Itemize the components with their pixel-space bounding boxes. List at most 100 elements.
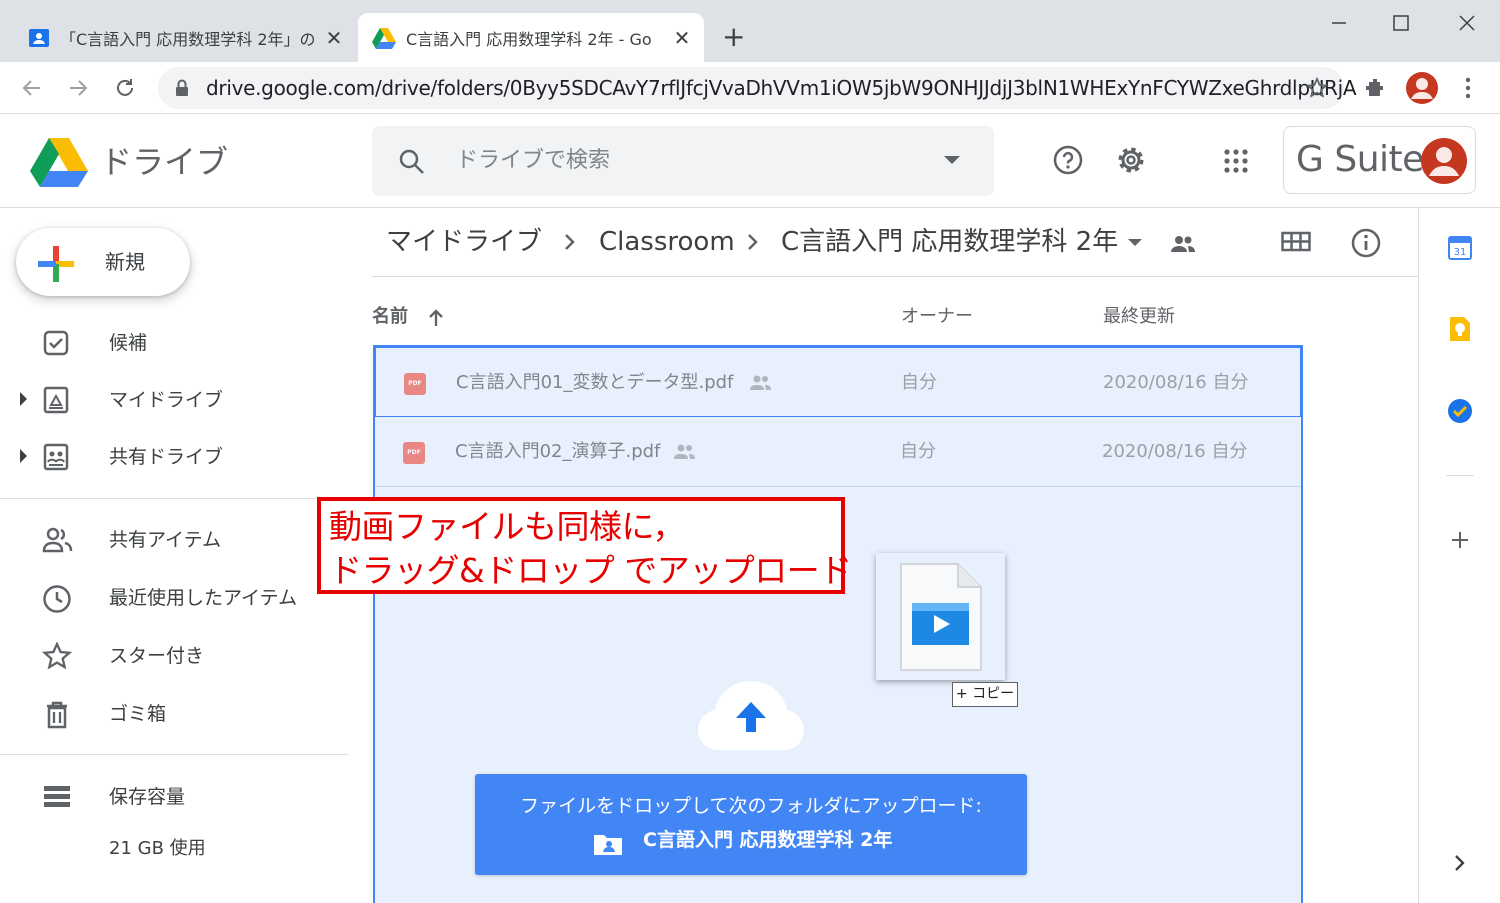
calendar-icon[interactable]: 31 xyxy=(1448,236,1472,260)
new-tab-button[interactable]: + xyxy=(722,22,745,52)
browser-tab-strip: 「C言語入門 応用数理学科 2年」の ✕ C言語入門 応用数理学科 2年 - G… xyxy=(0,0,1500,62)
file-modified: 2020/08/16 自分 xyxy=(1103,372,1249,393)
table-row[interactable]: PDF C言語入門02_演算子.pdf 自分 2020/08/16 自分 xyxy=(375,417,1301,487)
extensions-icon[interactable] xyxy=(1364,76,1388,100)
search-options-icon[interactable] xyxy=(944,156,960,166)
clock-icon xyxy=(42,584,72,614)
sidebar-item-label: 共有アイテム xyxy=(109,529,222,551)
sidebar-item-label: 共有ドライブ xyxy=(109,446,224,468)
maximize-icon[interactable] xyxy=(1386,8,1416,38)
add-addon-plus-icon[interactable] xyxy=(1450,530,1470,550)
gsuite-account-box[interactable]: G Suite xyxy=(1283,126,1476,194)
file-name: C言語入門02_演算子.pdf xyxy=(455,441,661,462)
side-panel: 31 xyxy=(1418,208,1500,903)
menu-dots-icon[interactable] xyxy=(1458,76,1478,100)
people-icon xyxy=(42,526,74,554)
grid-view-icon[interactable] xyxy=(1281,230,1313,254)
sidebar-item-label: 保存容量 xyxy=(109,786,186,808)
sidebar-item-starred[interactable]: スター付き xyxy=(0,633,348,679)
sidebar-divider xyxy=(0,498,348,499)
info-icon[interactable] xyxy=(1350,227,1382,259)
lock-icon xyxy=(174,79,190,97)
close-icon[interactable]: ✕ xyxy=(320,26,348,50)
dragged-video-file xyxy=(876,553,1005,680)
minimize-icon[interactable] xyxy=(1324,8,1354,38)
expand-caret-icon[interactable] xyxy=(18,449,28,463)
video-file-icon xyxy=(900,563,982,671)
sidebar-item-label: マイドライブ xyxy=(109,389,224,411)
side-panel-divider xyxy=(1446,475,1474,476)
column-header-owner[interactable]: オーナー xyxy=(901,304,973,330)
sidebar-item-recent[interactable]: 最近使用したアイテム xyxy=(0,575,348,621)
help-icon[interactable] xyxy=(1052,144,1084,176)
breadcrumb-my-drive[interactable]: マイドライブ xyxy=(386,222,542,262)
pdf-file-icon: PDF xyxy=(404,373,426,395)
cloud-upload-icon xyxy=(697,680,805,752)
file-modified: 2020/08/16 自分 xyxy=(1102,441,1248,462)
sort-ascending-arrow-icon[interactable] xyxy=(427,308,445,328)
folder-menu-dropdown-icon[interactable] xyxy=(1127,238,1143,248)
file-owner: 自分 xyxy=(900,441,936,462)
plus-multicolor-icon xyxy=(38,246,74,282)
sidebar-item-priority[interactable]: 候補 xyxy=(0,320,348,366)
window-close-icon[interactable] xyxy=(1452,8,1482,38)
search-input[interactable]: ドライブで検索 xyxy=(456,126,610,196)
column-header-modified[interactable]: 最終更新 xyxy=(1103,304,1175,330)
upload-banner: ファイルをドロップして次のフォルダにアップロード: C言語入門 応用数理学科 2… xyxy=(475,774,1027,875)
sidebar-divider xyxy=(0,754,348,755)
shared-folder-icon xyxy=(593,832,623,856)
sidebar-item-label: ゴミ箱 xyxy=(109,703,167,725)
classroom-icon xyxy=(28,27,50,49)
sidebar-item-trash[interactable]: ゴミ箱 xyxy=(0,691,348,737)
profile-avatar[interactable] xyxy=(1405,71,1439,105)
star-bookmark-icon[interactable] xyxy=(1306,77,1328,99)
expand-caret-icon[interactable] xyxy=(18,392,28,406)
file-name: C言語入門01_変数とデータ型.pdf xyxy=(456,372,734,393)
google-drive-icon xyxy=(372,27,396,49)
annotation-line-1: 動画ファイルも同様に， xyxy=(329,507,685,546)
apps-grid-icon[interactable] xyxy=(1223,148,1249,174)
sidebar-item-my-drive[interactable]: マイドライブ xyxy=(0,377,348,423)
column-header-name[interactable]: 名前 xyxy=(372,304,408,330)
content-divider xyxy=(372,276,1418,277)
gear-icon[interactable] xyxy=(1115,144,1147,176)
new-button[interactable]: 新規 xyxy=(16,228,190,296)
pdf-file-icon: PDF xyxy=(403,442,425,464)
svg-text:31: 31 xyxy=(1454,247,1467,258)
shared-people-icon xyxy=(673,443,697,461)
upload-target-folder: C言語入門 応用数理学科 2年 xyxy=(643,829,893,851)
annotation-line-2: ドラッグ&ドロップ でアップロード xyxy=(329,551,852,590)
back-icon[interactable] xyxy=(20,76,44,100)
chevron-right-icon xyxy=(563,232,577,252)
tab-label: 「C言語入門 応用数理学科 2年」の xyxy=(60,29,316,49)
sidebar-item-shared-drives[interactable]: 共有ドライブ xyxy=(0,434,348,480)
star-icon xyxy=(42,642,72,672)
url-text: drive.google.com/drive/folders/0Byy5SDCA… xyxy=(206,76,1357,100)
search-box[interactable]: ドライブで検索 xyxy=(372,126,994,196)
table-row[interactable]: PDF C言語入門01_変数とデータ型.pdf 自分 2020/08/16 自分 xyxy=(375,347,1301,417)
shared-people-icon xyxy=(749,374,773,392)
trash-icon xyxy=(42,700,72,730)
browser-tab-classroom[interactable]: 「C言語入門 応用数理学科 2年」の ✕ xyxy=(14,13,356,62)
drive-logo-icon[interactable] xyxy=(30,137,88,187)
address-bar[interactable]: drive.google.com/drive/folders/0Byy5SDCA… xyxy=(158,67,1357,109)
search-icon[interactable] xyxy=(398,148,426,176)
chevron-right-icon[interactable] xyxy=(1454,854,1466,872)
sidebar-item-label: スター付き xyxy=(109,645,205,667)
browser-tab-drive[interactable]: C言語入門 応用数理学科 2年 - Go ✕ xyxy=(358,13,704,62)
forward-icon[interactable] xyxy=(66,76,90,100)
account-avatar[interactable] xyxy=(1421,138,1467,184)
sidebar-item-shared-with-me[interactable]: 共有アイテム xyxy=(0,517,348,563)
breadcrumb-classroom[interactable]: Classroom xyxy=(599,222,735,262)
tasks-icon[interactable] xyxy=(1447,398,1473,424)
keep-icon[interactable] xyxy=(1448,316,1472,342)
close-icon[interactable]: ✕ xyxy=(668,26,696,50)
reload-icon[interactable] xyxy=(113,76,137,100)
sidebar-item-storage[interactable]: 保存容量 xyxy=(0,774,348,820)
breadcrumb-current-folder[interactable]: C言語入門 応用数理学科 2年 xyxy=(781,222,1118,262)
sidebar-item-label: 候補 xyxy=(109,332,148,354)
browser-toolbar: drive.google.com/drive/folders/0Byy5SDCA… xyxy=(0,62,1500,114)
drive-brand[interactable]: ドライブ xyxy=(100,137,228,183)
drive-header: ドライブ ドライブで検索 G Suite xyxy=(0,115,1500,208)
priority-check-icon xyxy=(42,329,70,357)
